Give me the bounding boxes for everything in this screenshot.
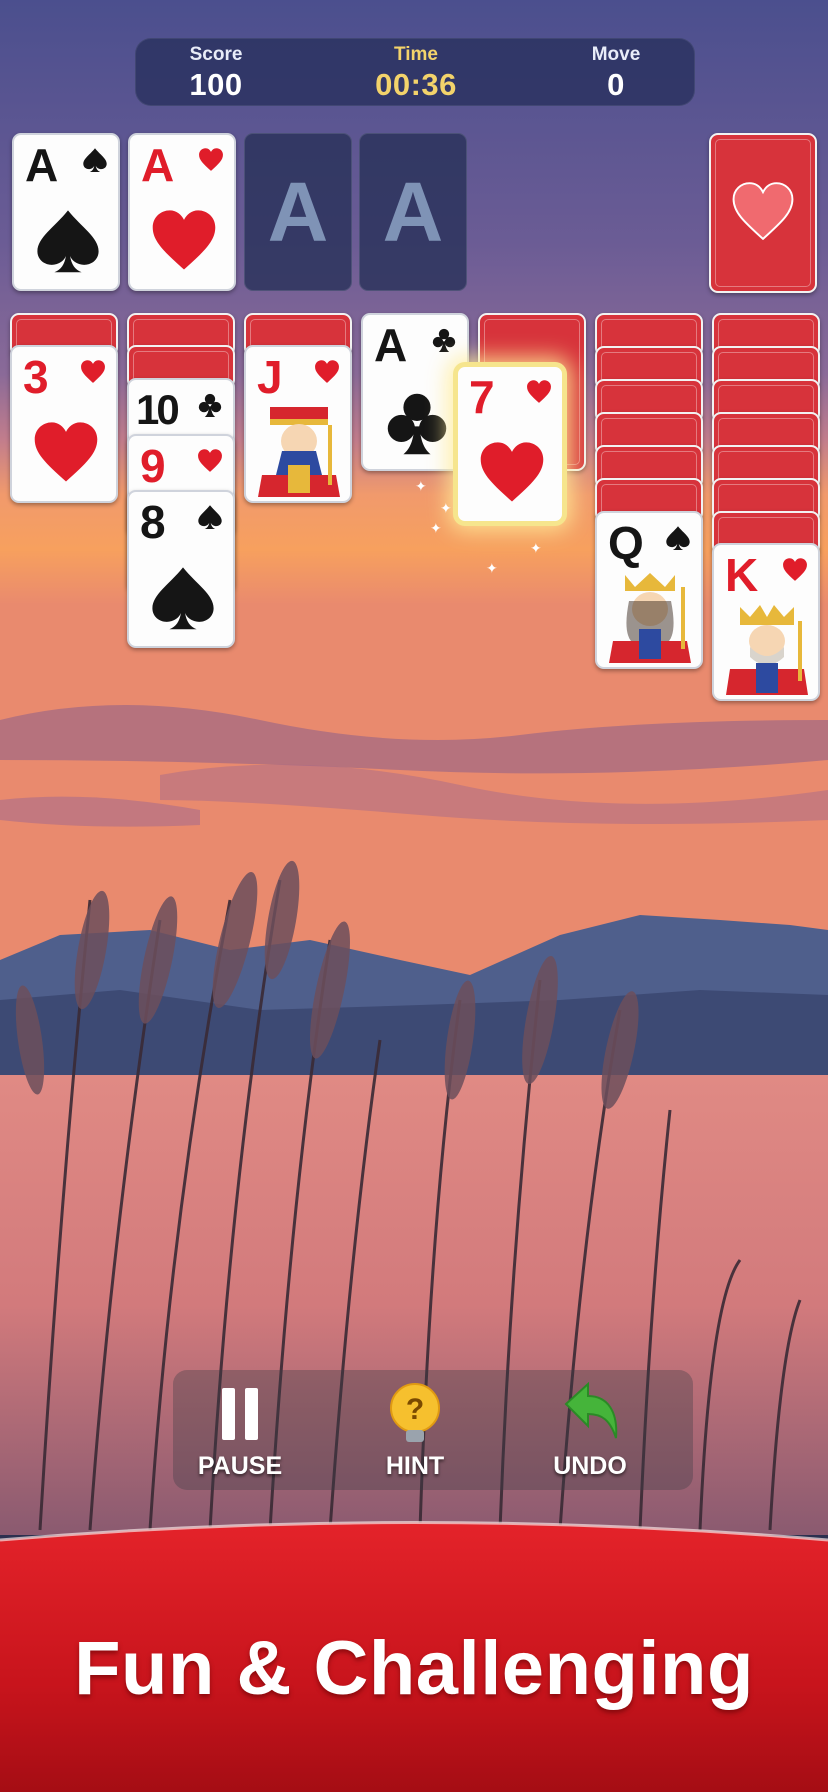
heart-emblem-icon (731, 177, 795, 247)
score-bar: Score 100 Time 00:36 Move 0 (135, 38, 695, 106)
pause-button[interactable]: PAUSE (180, 1378, 300, 1488)
score-display: Score 100 (141, 39, 291, 103)
sparkle-icon: ✦ (530, 540, 542, 556)
heart-icon (478, 437, 546, 509)
move-label: Move (591, 44, 641, 65)
move-display: Move 0 (541, 39, 691, 103)
time-label: Time (393, 44, 438, 65)
card-rank: K (725, 549, 759, 601)
svg-text:?: ? (406, 1393, 424, 1426)
sparkle-icon: ✦ (430, 520, 442, 536)
card-rank: 3 (23, 351, 49, 403)
spade-icon (34, 205, 102, 277)
sparkle-icon: ✦ (415, 478, 427, 494)
tableau-card-3-heart[interactable]: 3 (10, 345, 118, 503)
sparkle-icon: ✦ (486, 560, 498, 576)
tableau-card-jack-heart[interactable]: J (244, 345, 352, 503)
hint-label: HINT (385, 1452, 445, 1480)
heart-icon (32, 417, 100, 489)
lightbulb-icon: ? (390, 1383, 440, 1442)
score-value: 100 (189, 67, 243, 102)
club-icon (197, 392, 223, 418)
pause-icon (222, 1388, 258, 1440)
card-rank: 9 (140, 440, 166, 492)
spade-icon (665, 525, 691, 551)
tableau-card-8-spade[interactable]: 8 (127, 490, 235, 648)
heart-icon (150, 205, 218, 277)
card-rank: Q (608, 517, 644, 569)
foundation-placeholder: A (267, 165, 329, 259)
king-portrait-icon (726, 605, 808, 695)
card-rank: 10 (136, 386, 180, 433)
foundation-heart-ace[interactable]: A (128, 133, 236, 291)
foundation-placeholder: A (382, 165, 444, 259)
stock-pile[interactable] (709, 133, 817, 293)
hint-button[interactable]: ? HINT (355, 1378, 475, 1488)
card-rank: 7 (469, 371, 495, 423)
time-value: 00:36 (375, 67, 457, 102)
queen-portrait-icon (609, 573, 691, 663)
heart-icon (782, 557, 808, 583)
time-display: Time 00:36 (341, 39, 491, 103)
dragging-card-7-heart[interactable]: 7 (456, 365, 564, 523)
undo-label: UNDO (553, 1452, 627, 1480)
heart-icon (197, 448, 223, 474)
card-rank: J (257, 351, 283, 403)
foundation-slot-empty[interactable]: A (244, 133, 352, 291)
undo-button[interactable]: UNDO (530, 1378, 650, 1488)
spade-icon (82, 147, 108, 173)
sparkle-icon: ✦ (440, 500, 452, 516)
tableau-card-king-heart[interactable]: K (712, 543, 820, 701)
club-icon (383, 387, 451, 459)
score-label: Score (189, 44, 243, 65)
heart-icon (526, 379, 552, 405)
tableau-card-queen-spade[interactable]: Q (595, 511, 703, 669)
tableau-card-ace-club[interactable]: A (361, 313, 469, 471)
jack-portrait-icon (258, 407, 340, 497)
card-rank: A (141, 139, 175, 191)
foundation-spade-ace[interactable]: A (12, 133, 120, 291)
card-rank: A (25, 139, 59, 191)
spade-icon (149, 562, 217, 634)
heart-icon (198, 147, 224, 173)
foundation-slot-empty[interactable]: A (359, 133, 467, 291)
move-value: 0 (607, 67, 625, 102)
promo-banner-text: Fun & Challenging (74, 1626, 754, 1711)
card-rank: 8 (140, 496, 166, 548)
club-icon (431, 327, 457, 353)
heart-icon (80, 359, 106, 385)
pause-label: PAUSE (197, 1452, 283, 1480)
undo-arrow-icon (564, 1382, 618, 1439)
heart-icon (314, 359, 340, 385)
card-rank: A (374, 319, 408, 371)
spade-icon (197, 504, 223, 530)
